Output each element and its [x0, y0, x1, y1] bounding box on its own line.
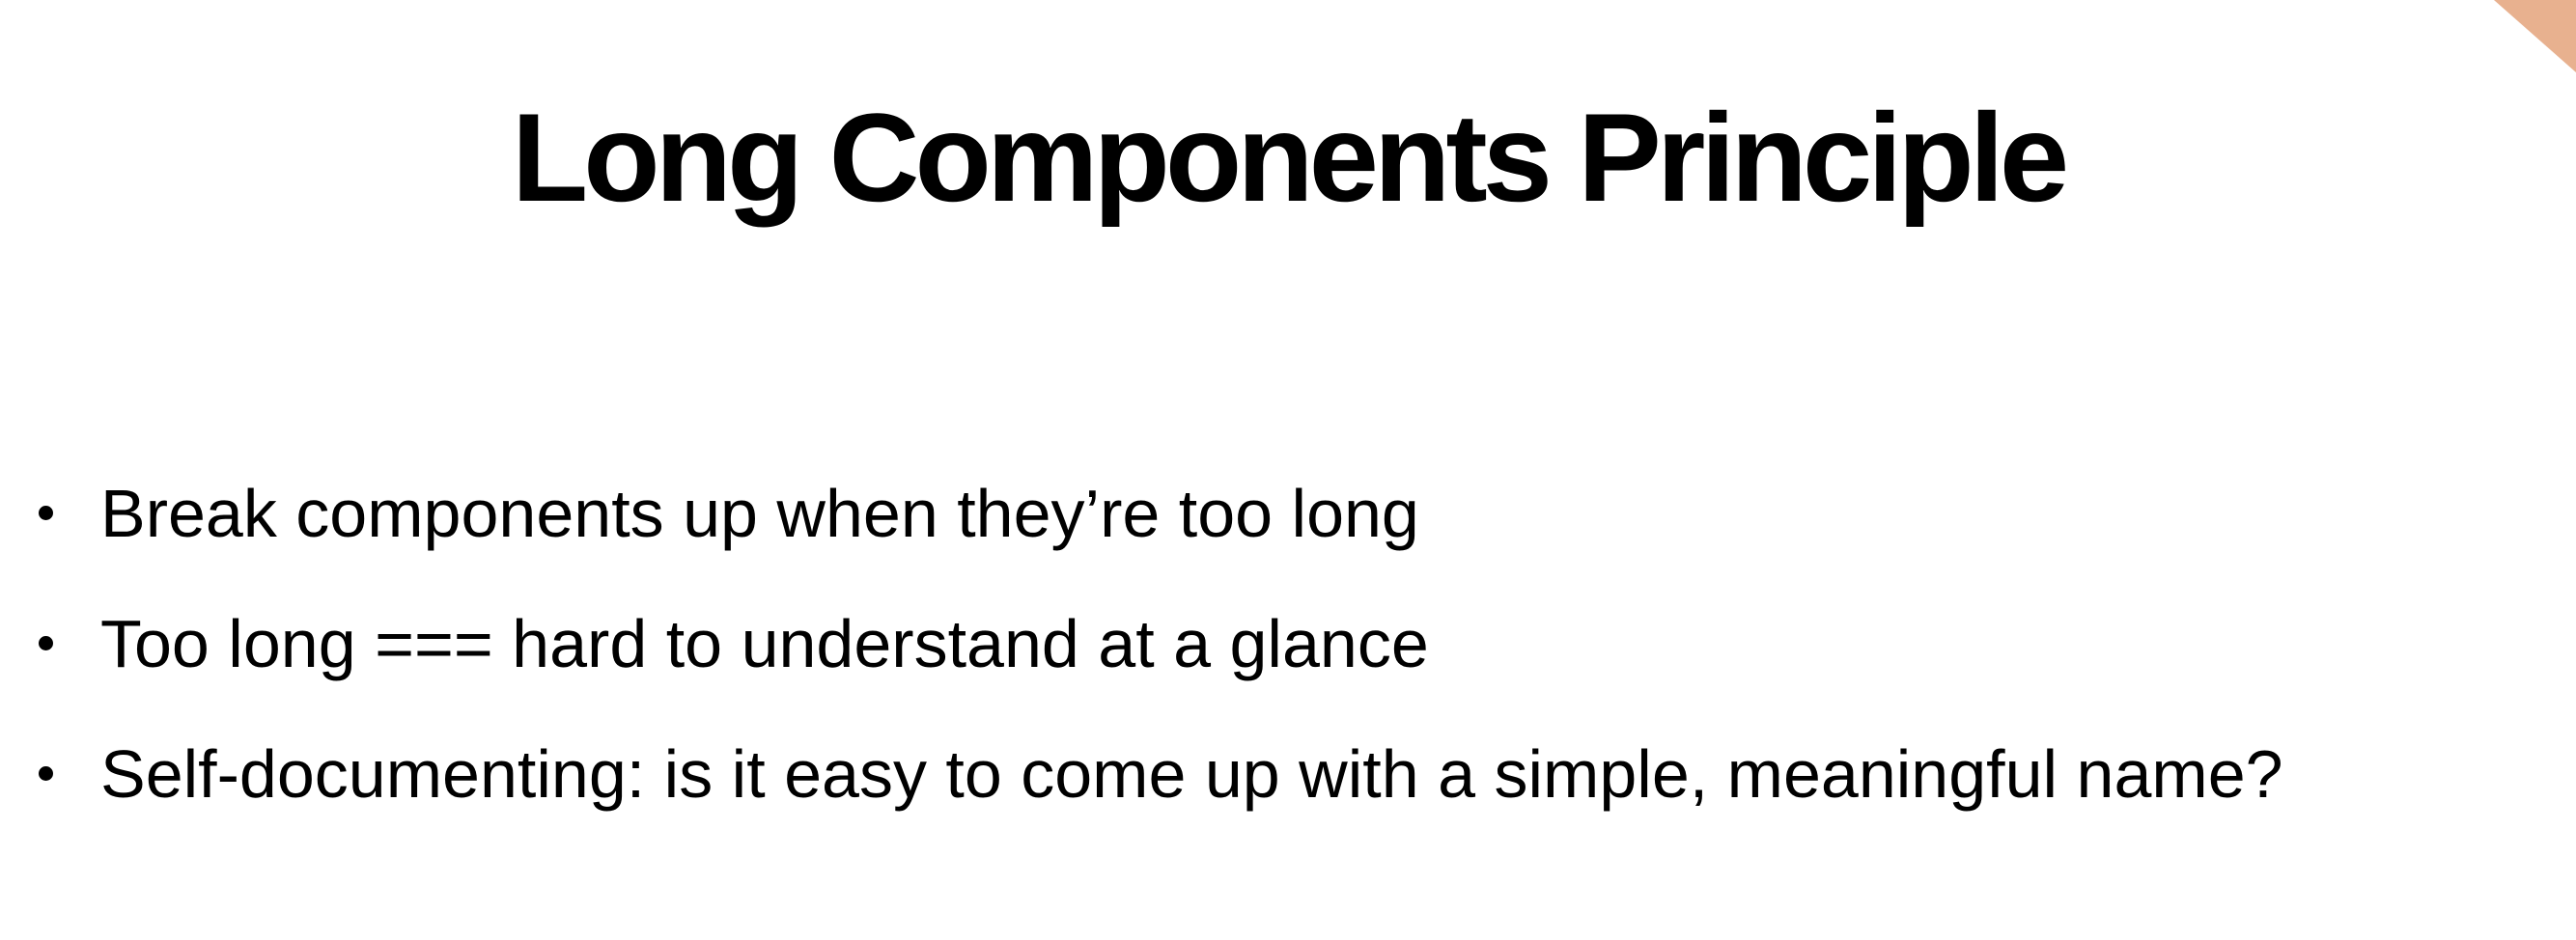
bullet-text: Too long === hard to understand at a gla…	[100, 606, 1429, 681]
bullet-text: Break components up when they’re too lon…	[100, 476, 1419, 551]
slide-title: Long Components Principle	[511, 87, 2069, 228]
bullet-icon	[39, 766, 53, 781]
corner-accent-shape	[2494, 0, 2576, 72]
slide: Long Components Principle Break componen…	[0, 0, 2576, 940]
bullet-text: Self-documenting: is it easy to come up …	[100, 736, 2283, 812]
bullet-icon	[39, 636, 53, 650]
bullet-icon	[39, 506, 53, 520]
corner-decoration	[2489, 0, 2576, 72]
